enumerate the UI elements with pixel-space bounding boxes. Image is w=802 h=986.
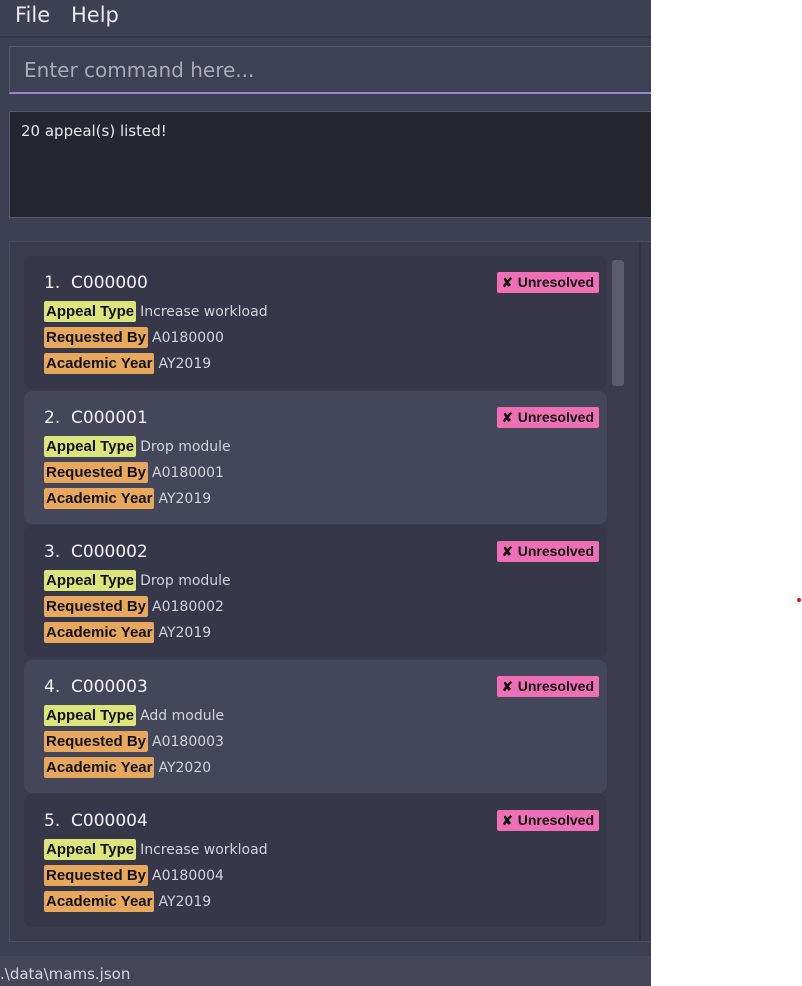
file-menu[interactable]: File bbox=[12, 3, 53, 27]
academic-year-row: Academic Year AY2019 bbox=[44, 488, 211, 509]
appeal-type-tag: Appeal Type bbox=[44, 570, 137, 591]
requested-by-row: Requested By A0180001 bbox=[44, 462, 224, 483]
academic-year-value: AY2019 bbox=[158, 624, 212, 641]
appeal-type-value: Add module bbox=[140, 707, 225, 724]
appeal-card[interactable]: 3. C000002 ✘ Unresolved Appeal Type Drop … bbox=[24, 525, 607, 658]
academic-year-tag: Academic Year bbox=[44, 622, 155, 643]
academic-year-row: Academic Year AY2019 bbox=[44, 891, 211, 912]
status-badge: ✘ Unresolved bbox=[496, 676, 599, 697]
appeal-title: 5. C000004 bbox=[44, 811, 148, 831]
academic-year-tag: Academic Year bbox=[44, 353, 155, 374]
academic-year-value: AY2019 bbox=[158, 490, 212, 507]
appeal-card[interactable]: 1. C000000 ✘ Unresolved Appeal Type Incre… bbox=[24, 256, 607, 389]
cross-icon: ✘ bbox=[501, 813, 513, 828]
appeal-type-value: Increase workload bbox=[140, 303, 268, 320]
status-label: Unresolved bbox=[517, 678, 594, 694]
appeal-card[interactable]: 2. C000001 ✘ Unresolved Appeal Type Drop … bbox=[24, 391, 607, 524]
panel-divider bbox=[639, 242, 641, 941]
appeal-type-value: Drop module bbox=[140, 572, 231, 589]
appeal-type-row: Appeal Type Increase workload bbox=[44, 301, 268, 322]
requested-by-tag: Requested By bbox=[44, 731, 149, 752]
appeal-title: 1. C000000 bbox=[44, 273, 148, 293]
appeal-type-row: Appeal Type Increase workload bbox=[44, 839, 268, 860]
requested-by-tag: Requested By bbox=[44, 327, 149, 348]
file-path: .\data\mams.json bbox=[0, 965, 131, 983]
status-label: Unresolved bbox=[517, 274, 594, 290]
requested-by-value: A0180001 bbox=[152, 464, 224, 481]
appeal-list-panel[interactable]: 1. C000000 ✘ Unresolved Appeal Type Incre… bbox=[9, 241, 651, 942]
menu-bar: File Help bbox=[0, 0, 651, 34]
appeal-type-tag: Appeal Type bbox=[44, 436, 137, 457]
status-badge: ✘ Unresolved bbox=[496, 541, 599, 562]
appeal-type-row: Appeal Type Add module bbox=[44, 705, 224, 726]
requested-by-value: A0180003 bbox=[152, 733, 224, 750]
appeal-card[interactable]: 4. C000003 ✘ Unresolved Appeal Type Add m… bbox=[24, 660, 607, 793]
app-window: File Help 20 appeal(s) listed! 1. C00000… bbox=[0, 0, 651, 986]
academic-year-row: Academic Year AY2020 bbox=[44, 757, 211, 778]
requested-by-tag: Requested By bbox=[44, 596, 149, 617]
appeal-title: 4. C000003 bbox=[44, 677, 148, 697]
requested-by-row: Requested By A0180000 bbox=[44, 327, 224, 348]
requested-by-value: A0180000 bbox=[152, 329, 224, 346]
status-badge: ✘ Unresolved bbox=[496, 810, 599, 831]
requested-by-row: Requested By A0180003 bbox=[44, 731, 224, 752]
requested-by-tag: Requested By bbox=[44, 865, 149, 886]
cross-icon: ✘ bbox=[501, 544, 513, 559]
academic-year-tag: Academic Year bbox=[44, 757, 155, 778]
academic-year-tag: Academic Year bbox=[44, 488, 155, 509]
appeal-type-tag: Appeal Type bbox=[44, 705, 137, 726]
appeal-type-tag: Appeal Type bbox=[44, 839, 137, 860]
command-box bbox=[9, 46, 651, 94]
appeal-card[interactable]: 5. C000004 ✘ Unresolved Appeal Type Incre… bbox=[24, 794, 607, 927]
status-bar: .\data\mams.json bbox=[0, 956, 651, 986]
result-display: 20 appeal(s) listed! bbox=[9, 111, 651, 218]
status-badge: ✘ Unresolved bbox=[496, 272, 599, 293]
academic-year-value: AY2019 bbox=[158, 893, 212, 910]
appeal-type-value: Drop module bbox=[140, 438, 231, 455]
requested-by-row: Requested By A0180004 bbox=[44, 865, 224, 886]
academic-year-row: Academic Year AY2019 bbox=[44, 622, 211, 643]
cross-icon: ✘ bbox=[501, 410, 513, 425]
cross-icon: ✘ bbox=[501, 679, 513, 694]
menu-divider bbox=[0, 36, 651, 38]
appeal-title: 2. C000001 bbox=[44, 408, 148, 428]
requested-by-value: A0180004 bbox=[152, 867, 224, 884]
cross-icon: ✘ bbox=[501, 275, 513, 290]
appeal-type-tag: Appeal Type bbox=[44, 301, 137, 322]
requested-by-tag: Requested By bbox=[44, 462, 149, 483]
requested-by-row: Requested By A0180002 bbox=[44, 596, 224, 617]
status-label: Unresolved bbox=[517, 812, 594, 828]
academic-year-tag: Academic Year bbox=[44, 891, 155, 912]
status-badge: ✘ Unresolved bbox=[496, 407, 599, 428]
appeal-title: 3. C000002 bbox=[44, 542, 148, 562]
help-menu[interactable]: Help bbox=[68, 3, 122, 27]
appeal-type-row: Appeal Type Drop module bbox=[44, 570, 231, 591]
status-label: Unresolved bbox=[517, 409, 594, 425]
command-input[interactable] bbox=[10, 47, 651, 92]
academic-year-row: Academic Year AY2019 bbox=[44, 353, 211, 374]
academic-year-value: AY2019 bbox=[158, 355, 212, 372]
status-label: Unresolved bbox=[517, 543, 594, 559]
stray-dot bbox=[797, 598, 801, 602]
scrollbar-thumb[interactable] bbox=[612, 260, 624, 386]
appeal-type-row: Appeal Type Drop module bbox=[44, 436, 231, 457]
academic-year-value: AY2020 bbox=[158, 759, 212, 776]
requested-by-value: A0180002 bbox=[152, 598, 224, 615]
appeal-type-value: Increase workload bbox=[140, 841, 268, 858]
result-message: 20 appeal(s) listed! bbox=[21, 122, 167, 140]
